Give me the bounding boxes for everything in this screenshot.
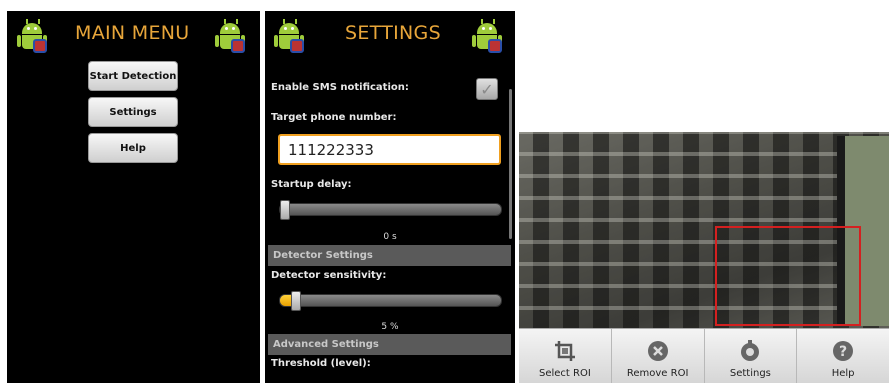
remove-roi-button[interactable]: Remove ROI (612, 329, 705, 383)
remove-roi-label: Remove ROI (626, 368, 689, 379)
help-icon: ? (831, 339, 855, 363)
roi-rectangle[interactable] (715, 226, 861, 326)
settings-button[interactable]: Settings (88, 97, 178, 127)
page-title: SETTINGS (345, 22, 441, 44)
help-button[interactable]: Help (88, 133, 178, 163)
camera-action-bar: Select ROI Remove ROI Settings ? Help (519, 328, 889, 383)
remove-icon (646, 339, 670, 363)
checkmark-icon: ✓ (480, 79, 494, 99)
main-menu-screen: MAIN MENU Start Detection Settings Help (7, 11, 260, 383)
settings-icon (738, 339, 762, 363)
camera-preview-screen: Select ROI Remove ROI Settings ? Help (519, 132, 889, 383)
target-phone-label: Target phone number: (271, 112, 397, 123)
camera-help-button[interactable]: ? Help (797, 329, 889, 383)
slider-thumb[interactable] (291, 291, 301, 311)
detector-sensitivity-slider[interactable] (279, 291, 502, 311)
android-logo-icon (213, 19, 249, 55)
start-detection-button[interactable]: Start Detection (88, 61, 178, 91)
select-roi-label: Select ROI (538, 368, 591, 379)
advanced-settings-header: Advanced Settings (268, 334, 511, 355)
startup-delay-slider[interactable] (279, 200, 502, 220)
camera-settings-label: Settings (729, 368, 771, 379)
startup-delay-value: 0 s (383, 232, 397, 242)
svg-text:?: ? (839, 344, 847, 360)
scrollbar[interactable] (509, 89, 512, 239)
target-phone-input[interactable]: 111222333 (278, 134, 501, 165)
camera-settings-button[interactable]: Settings (705, 329, 798, 383)
page-title: MAIN MENU (75, 22, 190, 44)
detector-settings-header: Detector Settings (268, 245, 511, 266)
enable-sms-label: Enable SMS notification: (271, 82, 409, 93)
crop-icon (553, 339, 577, 363)
startup-delay-label: Startup delay: (271, 179, 352, 190)
enable-sms-checkbox[interactable]: ✓ (476, 78, 498, 100)
android-logo-icon (15, 19, 51, 55)
detector-sensitivity-value: 5 % (381, 322, 399, 332)
android-logo-icon (470, 19, 506, 55)
threshold-label: Threshold (level): (271, 358, 371, 369)
camera-help-label: Help (831, 368, 855, 379)
slider-thumb[interactable] (280, 200, 290, 220)
detector-sensitivity-label: Detector sensitivity: (271, 270, 387, 281)
select-roi-button[interactable]: Select ROI (519, 329, 612, 383)
settings-screen: SETTINGS Enable SMS notification: ✓ Targ… (265, 11, 515, 383)
android-logo-icon (272, 19, 308, 55)
